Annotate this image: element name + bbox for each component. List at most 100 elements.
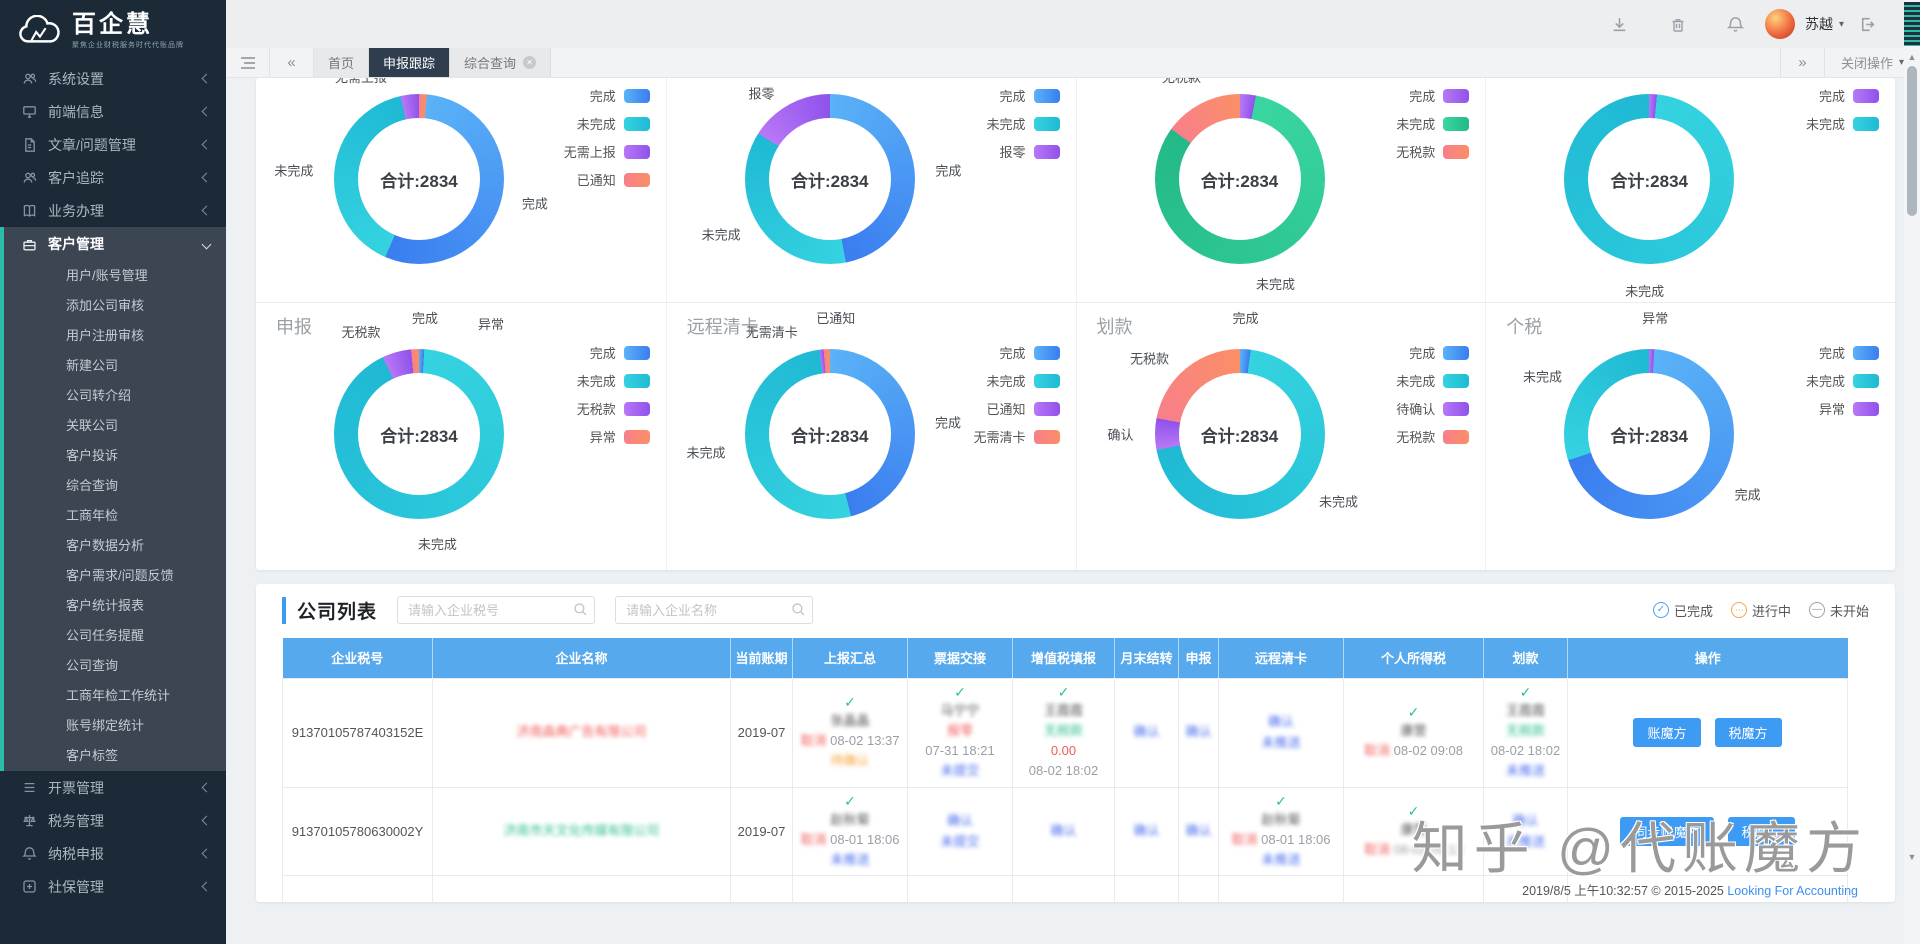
column-header-申报[interactable]: 申报: [1178, 638, 1219, 678]
legend-item[interactable]: 报零: [999, 142, 1060, 161]
legend-item[interactable]: 异常: [1819, 399, 1879, 418]
sidebar-subitem-添加公司审核[interactable]: 添加公司审核: [4, 291, 226, 321]
download-icon[interactable]: [1591, 16, 1649, 33]
legend-item[interactable]: 完成: [999, 86, 1060, 105]
sidebar-subitem-客户数据分析[interactable]: 客户数据分析: [4, 531, 226, 561]
sidebar-subitem-工商年检[interactable]: 工商年检: [4, 501, 226, 531]
sidebar-subitem-客户标签[interactable]: 客户标签: [4, 741, 226, 771]
sidebar-item-客户追踪[interactable]: 客户追踪: [0, 161, 226, 194]
legend-item[interactable]: 未完成: [1396, 114, 1470, 133]
legend-item[interactable]: 未完成: [986, 371, 1060, 390]
cell-text: 济南森典广告有限公司: [516, 724, 647, 740]
action-button-同步账魔方[interactable]: 同步账魔方: [1620, 817, 1714, 847]
sidebar-subitem-客户需求/问题反馈[interactable]: 客户需求/问题反馈: [4, 561, 226, 591]
scroll-down-icon[interactable]: ▼: [1904, 852, 1920, 862]
sidebar-subitem-新建公司[interactable]: 新建公司: [4, 351, 226, 381]
logout-icon[interactable]: [1844, 16, 1890, 33]
table-cell: ✓: [1218, 875, 1344, 902]
cell-line: 济南市天文化传媒有限公司: [435, 821, 728, 841]
sidebar-subitem-关联公司[interactable]: 关联公司: [4, 411, 226, 441]
sidebar-item-文章/问题管理[interactable]: 文章/问题管理: [0, 128, 226, 161]
legend-item[interactable]: 待确认: [1396, 399, 1470, 418]
users-icon: [22, 71, 48, 86]
legend-item[interactable]: 完成: [1819, 86, 1879, 105]
legend-item[interactable]: 无需上报: [564, 142, 650, 161]
legend-item[interactable]: 异常: [590, 427, 650, 446]
sidebar-item-前端信息[interactable]: 前端信息: [0, 95, 226, 128]
sidebar-item-社保管理[interactable]: 社保管理: [0, 870, 226, 903]
column-header-操作[interactable]: 操作: [1567, 638, 1848, 678]
column-header-上报汇总[interactable]: 上报汇总: [792, 638, 908, 678]
legend-item[interactable]: 已通知: [986, 399, 1060, 418]
column-header-月末结转[interactable]: 月末结转: [1114, 638, 1179, 678]
action-button-账魔方[interactable]: 账魔方: [1633, 718, 1701, 748]
legend-item[interactable]: 未完成: [1396, 371, 1470, 390]
tax-search-input[interactable]: [397, 596, 596, 624]
column-header-远程清卡[interactable]: 远程清卡: [1218, 638, 1344, 678]
footer-brand-link[interactable]: Looking For Accounting: [1727, 884, 1858, 898]
chart-legend: 完成未完成待确认无税款: [1396, 343, 1470, 446]
search-icon[interactable]: [573, 602, 588, 622]
user-avatar[interactable]: [1764, 9, 1795, 39]
action-button-税魔方[interactable]: 税魔方: [1727, 817, 1795, 847]
sidebar-item-客户管理[interactable]: 客户管理: [4, 227, 226, 261]
legend-item[interactable]: 无税款: [1396, 142, 1470, 161]
sidebar-subitem-公司转介绍[interactable]: 公司转介绍: [4, 381, 226, 411]
legend-item[interactable]: 未完成: [577, 114, 650, 133]
sidebar-item-税务管理[interactable]: 税务管理: [0, 804, 226, 837]
tab-申报跟踪[interactable]: 申报跟踪: [369, 48, 451, 77]
column-header-个人所得税[interactable]: 个人所得税: [1343, 638, 1484, 678]
scroll-tabs-right-icon[interactable]: »: [1781, 48, 1825, 77]
sidebar-item-label: 社保管理: [48, 878, 104, 895]
sidebar-subitem-客户统计报表[interactable]: 客户统计报表: [4, 591, 226, 621]
legend-item[interactable]: 无需清卡: [973, 427, 1060, 446]
sidebar-subitem-用户/账号管理[interactable]: 用户/账号管理: [4, 261, 226, 291]
legend-item[interactable]: 未完成: [986, 114, 1060, 133]
scroll-up-icon[interactable]: ▲: [1904, 52, 1920, 62]
legend-item[interactable]: 完成: [1409, 86, 1470, 105]
menu-collapse-icon[interactable]: [226, 48, 270, 77]
tab-首页[interactable]: 首页: [314, 48, 370, 77]
sidebar-item-系统设置[interactable]: 系统设置: [0, 62, 226, 95]
sidebar-subitem-账号绑定统计[interactable]: 账号绑定统计: [4, 711, 226, 741]
legend-item[interactable]: 未完成: [1806, 114, 1879, 133]
sidebar-subitem-公司查询[interactable]: 公司查询: [4, 651, 226, 681]
sidebar-item-label: 开票管理: [48, 779, 104, 796]
legend-item[interactable]: 完成: [1409, 343, 1470, 362]
legend-item[interactable]: 完成: [1819, 343, 1879, 362]
scrollbar-thumb[interactable]: [1907, 66, 1917, 216]
column-header-增值税填报[interactable]: 增值税填报: [1012, 638, 1115, 678]
table-cell: 确认 未推送: [1483, 786, 1568, 877]
column-header-企业税号[interactable]: 企业税号: [282, 638, 433, 678]
column-header-票据交接[interactable]: 票据交接: [907, 638, 1013, 678]
legend-item[interactable]: 完成: [999, 343, 1060, 362]
search-icon[interactable]: [791, 602, 806, 622]
legend-item[interactable]: 未完成: [577, 371, 650, 390]
column-header-企业名称[interactable]: 企业名称: [432, 638, 731, 678]
column-header-当前账期[interactable]: 当前账期: [730, 638, 793, 678]
sidebar-subitem-综合查询[interactable]: 综合查询: [4, 471, 226, 501]
trash-icon[interactable]: [1649, 16, 1707, 33]
tab-综合查询[interactable]: 综合查询 ✕: [450, 48, 552, 77]
sidebar-subitem-客户投诉[interactable]: 客户投诉: [4, 441, 226, 471]
user-name[interactable]: 苏越: [1805, 14, 1833, 34]
close-icon[interactable]: ✕: [523, 56, 537, 69]
action-button-税魔方[interactable]: 税魔方: [1714, 718, 1782, 748]
scroll-tabs-left-icon[interactable]: «: [270, 48, 314, 77]
column-header-划款[interactable]: 划款: [1483, 638, 1568, 678]
sidebar-subitem-工商年检工作统计[interactable]: 工商年检工作统计: [4, 681, 226, 711]
legend-item[interactable]: 无税款: [577, 399, 650, 418]
sidebar-item-纳税申报[interactable]: 纳税申报: [0, 837, 226, 870]
sidebar-subitem-公司任务提醒[interactable]: 公司任务提醒: [4, 621, 226, 651]
legend-item[interactable]: 已通知: [577, 170, 650, 189]
legend-item[interactable]: 完成: [590, 343, 650, 362]
legend-item[interactable]: 未完成: [1806, 371, 1879, 390]
legend-item[interactable]: 无税款: [1396, 427, 1470, 446]
sidebar-item-开票管理[interactable]: 开票管理: [0, 771, 226, 804]
sidebar-subitem-用户注册审核[interactable]: 用户注册审核: [4, 321, 226, 351]
vertical-scrollbar[interactable]: ▲ ▼: [1904, 0, 1920, 944]
bell-icon[interactable]: [1707, 16, 1765, 33]
sidebar-item-业务办理[interactable]: 业务办理: [0, 194, 226, 227]
name-search-input[interactable]: [615, 596, 814, 624]
legend-item[interactable]: 完成: [590, 86, 650, 105]
